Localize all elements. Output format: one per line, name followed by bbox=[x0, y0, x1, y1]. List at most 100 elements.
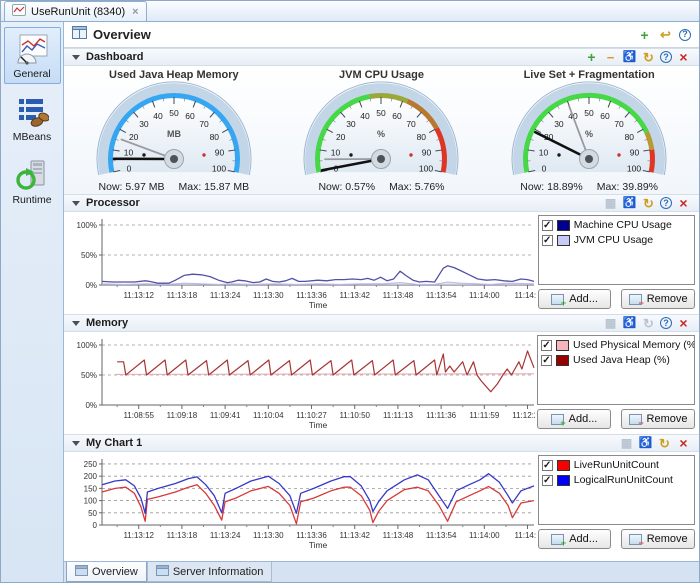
svg-text:0: 0 bbox=[542, 164, 547, 174]
gauge-now-value: Now: 0.57% bbox=[318, 181, 375, 193]
sidebar-item-label: General bbox=[5, 68, 60, 80]
sidebar-item-label: Runtime bbox=[5, 194, 60, 206]
refresh-icon[interactable]: ↻ bbox=[641, 50, 656, 65]
page-title: Overview bbox=[93, 27, 151, 42]
collapse-icon[interactable] bbox=[72, 321, 80, 326]
processor-chart: 0%50%100%11:13:1211:13:1811:13:2411:13:3… bbox=[68, 215, 536, 313]
remove-button[interactable]: −Remove bbox=[621, 529, 695, 549]
collapse-icon[interactable] bbox=[72, 201, 80, 206]
add-button[interactable]: +Add... bbox=[537, 409, 611, 429]
svg-text:11:13:48: 11:13:48 bbox=[383, 531, 414, 540]
tab-label: Overview bbox=[92, 566, 138, 578]
gauge-live-set-fragmentation: Live Set + Fragmentation0102030405060708… bbox=[489, 67, 689, 193]
svg-text:0%: 0% bbox=[85, 281, 97, 290]
svg-text:11:13:12: 11:13:12 bbox=[123, 291, 154, 300]
remove-dial-icon[interactable]: − bbox=[603, 50, 618, 65]
svg-text:100: 100 bbox=[212, 164, 226, 174]
close-section-icon[interactable]: × bbox=[676, 436, 691, 451]
svg-text:11:09:41: 11:09:41 bbox=[210, 411, 241, 420]
help-icon[interactable]: ? bbox=[679, 29, 691, 41]
legend-checkbox[interactable]: ✓ bbox=[541, 340, 552, 351]
legend-checkbox[interactable]: ✓ bbox=[541, 355, 552, 366]
section-header-dashboard[interactable]: Dashboard +−♿↻?× bbox=[64, 48, 699, 66]
gauge-title: JVM CPU Usage bbox=[281, 69, 481, 81]
legend-checkbox[interactable]: ✓ bbox=[542, 475, 553, 486]
legend-swatch bbox=[556, 355, 569, 366]
refresh-icon[interactable]: ↻ bbox=[657, 436, 672, 451]
reset-layout-icon[interactable]: ↩ bbox=[658, 27, 673, 42]
my-chart-1-chart: 05010015020025011:13:1211:13:1811:13:241… bbox=[68, 455, 536, 553]
svg-text:11:09:18: 11:09:18 bbox=[167, 411, 198, 420]
gauge-now-value: Now: 18.89% bbox=[520, 181, 582, 193]
svg-text:30: 30 bbox=[554, 119, 564, 129]
add-attribute-icon[interactable]: ▦ bbox=[603, 196, 618, 211]
svg-text:10: 10 bbox=[124, 147, 134, 157]
refresh-icon[interactable]: ↻ bbox=[641, 196, 656, 211]
section-header-processor[interactable]: Processor ▦♿↻?× bbox=[64, 194, 699, 212]
tab-overview[interactable]: Overview bbox=[66, 562, 147, 582]
sidebar-item-mbeans[interactable]: MBeans bbox=[4, 90, 61, 147]
svg-text:11:14:0: 11:14:0 bbox=[514, 531, 535, 540]
add-tab-icon[interactable]: + bbox=[637, 27, 652, 42]
svg-text:90: 90 bbox=[422, 147, 432, 157]
legend-checkbox[interactable]: ✓ bbox=[542, 460, 553, 471]
add-attribute-icon[interactable]: ▦ bbox=[619, 436, 634, 451]
help-icon[interactable]: ? bbox=[660, 51, 672, 63]
accessibility-icon[interactable]: ♿ bbox=[622, 196, 637, 211]
collapse-icon[interactable] bbox=[72, 441, 80, 446]
collapse-icon[interactable] bbox=[72, 55, 80, 60]
close-section-icon[interactable]: × bbox=[676, 316, 691, 331]
legend-box: ✓LiveRunUnitCount✓LogicalRunUnitCount bbox=[538, 455, 695, 525]
svg-text:%: % bbox=[585, 129, 593, 139]
close-tab-icon[interactable]: × bbox=[132, 6, 138, 18]
legend-checkbox[interactable]: ✓ bbox=[542, 220, 553, 231]
remove-button[interactable]: −Remove bbox=[621, 409, 695, 429]
sidebar-item-runtime[interactable]: Runtime bbox=[4, 153, 61, 210]
help-icon[interactable]: ? bbox=[660, 317, 672, 329]
gauge-jvm-cpu-usage: JVM CPU Usage0102030405060708090100%Now:… bbox=[281, 67, 481, 193]
close-section-icon[interactable]: × bbox=[676, 196, 691, 211]
gauge-dial: 0102030405060708090100% bbox=[494, 81, 684, 178]
svg-text:11:11:36: 11:11:36 bbox=[426, 411, 457, 420]
legend-item: ✓Used Physical Memory (%) bbox=[541, 339, 691, 351]
chart-badge-icon: − bbox=[629, 534, 642, 545]
svg-text:11:12:22: 11:12:22 bbox=[512, 411, 535, 420]
svg-text:30: 30 bbox=[139, 119, 149, 129]
chart-badge-icon: + bbox=[551, 534, 564, 545]
section-header-my-chart-1[interactable]: My Chart 1 ▦♿↻× bbox=[64, 434, 699, 452]
add-button[interactable]: +Add... bbox=[538, 289, 612, 309]
accessibility-icon[interactable]: ♿ bbox=[638, 436, 653, 451]
section-header-memory[interactable]: Memory ▦♿↻?× bbox=[64, 314, 699, 332]
legend-checkbox[interactable]: ✓ bbox=[542, 235, 553, 246]
svg-text:11:11:59: 11:11:59 bbox=[469, 411, 500, 420]
section-dashboard: Dashboard +−♿↻?× Used Java Heap Memory01… bbox=[64, 48, 699, 194]
legend-item: ✓JVM CPU Usage bbox=[542, 234, 691, 246]
svg-text:60: 60 bbox=[393, 111, 403, 121]
legend-swatch bbox=[557, 235, 570, 246]
add-button[interactable]: +Add... bbox=[538, 529, 612, 549]
overview-icon bbox=[72, 26, 87, 44]
svg-text:40: 40 bbox=[361, 111, 371, 121]
add-attribute-icon[interactable]: ▦ bbox=[603, 316, 618, 331]
svg-text:0: 0 bbox=[126, 164, 131, 174]
svg-text:90: 90 bbox=[630, 147, 640, 157]
svg-text:11:13:18: 11:13:18 bbox=[167, 531, 198, 540]
help-icon[interactable]: ? bbox=[660, 197, 672, 209]
close-section-icon[interactable]: × bbox=[676, 50, 691, 65]
svg-text:70: 70 bbox=[199, 119, 209, 129]
sidebar-item-general[interactable]: General bbox=[4, 27, 61, 84]
tab-server-information[interactable]: Server Information bbox=[147, 562, 272, 582]
svg-text:70: 70 bbox=[614, 119, 624, 129]
add-dial-icon[interactable]: + bbox=[584, 50, 599, 65]
editor-tab[interactable]: UseRunUnit (8340) × bbox=[4, 1, 147, 21]
svg-text:11:08:55: 11:08:55 bbox=[123, 411, 154, 420]
chart-badge-icon: + bbox=[551, 414, 564, 425]
refresh-icon[interactable]: ↻ bbox=[641, 316, 656, 331]
accessibility-icon[interactable]: ♿ bbox=[622, 50, 637, 65]
svg-text:11:14:00: 11:14:00 bbox=[469, 291, 500, 300]
svg-text:100: 100 bbox=[627, 164, 641, 174]
section-toolbar: ▦ ♿ ↻? × bbox=[603, 316, 691, 331]
remove-button[interactable]: −Remove bbox=[621, 289, 695, 309]
accessibility-icon[interactable]: ♿ bbox=[622, 316, 637, 331]
sidebar-item-label: MBeans bbox=[5, 131, 60, 143]
